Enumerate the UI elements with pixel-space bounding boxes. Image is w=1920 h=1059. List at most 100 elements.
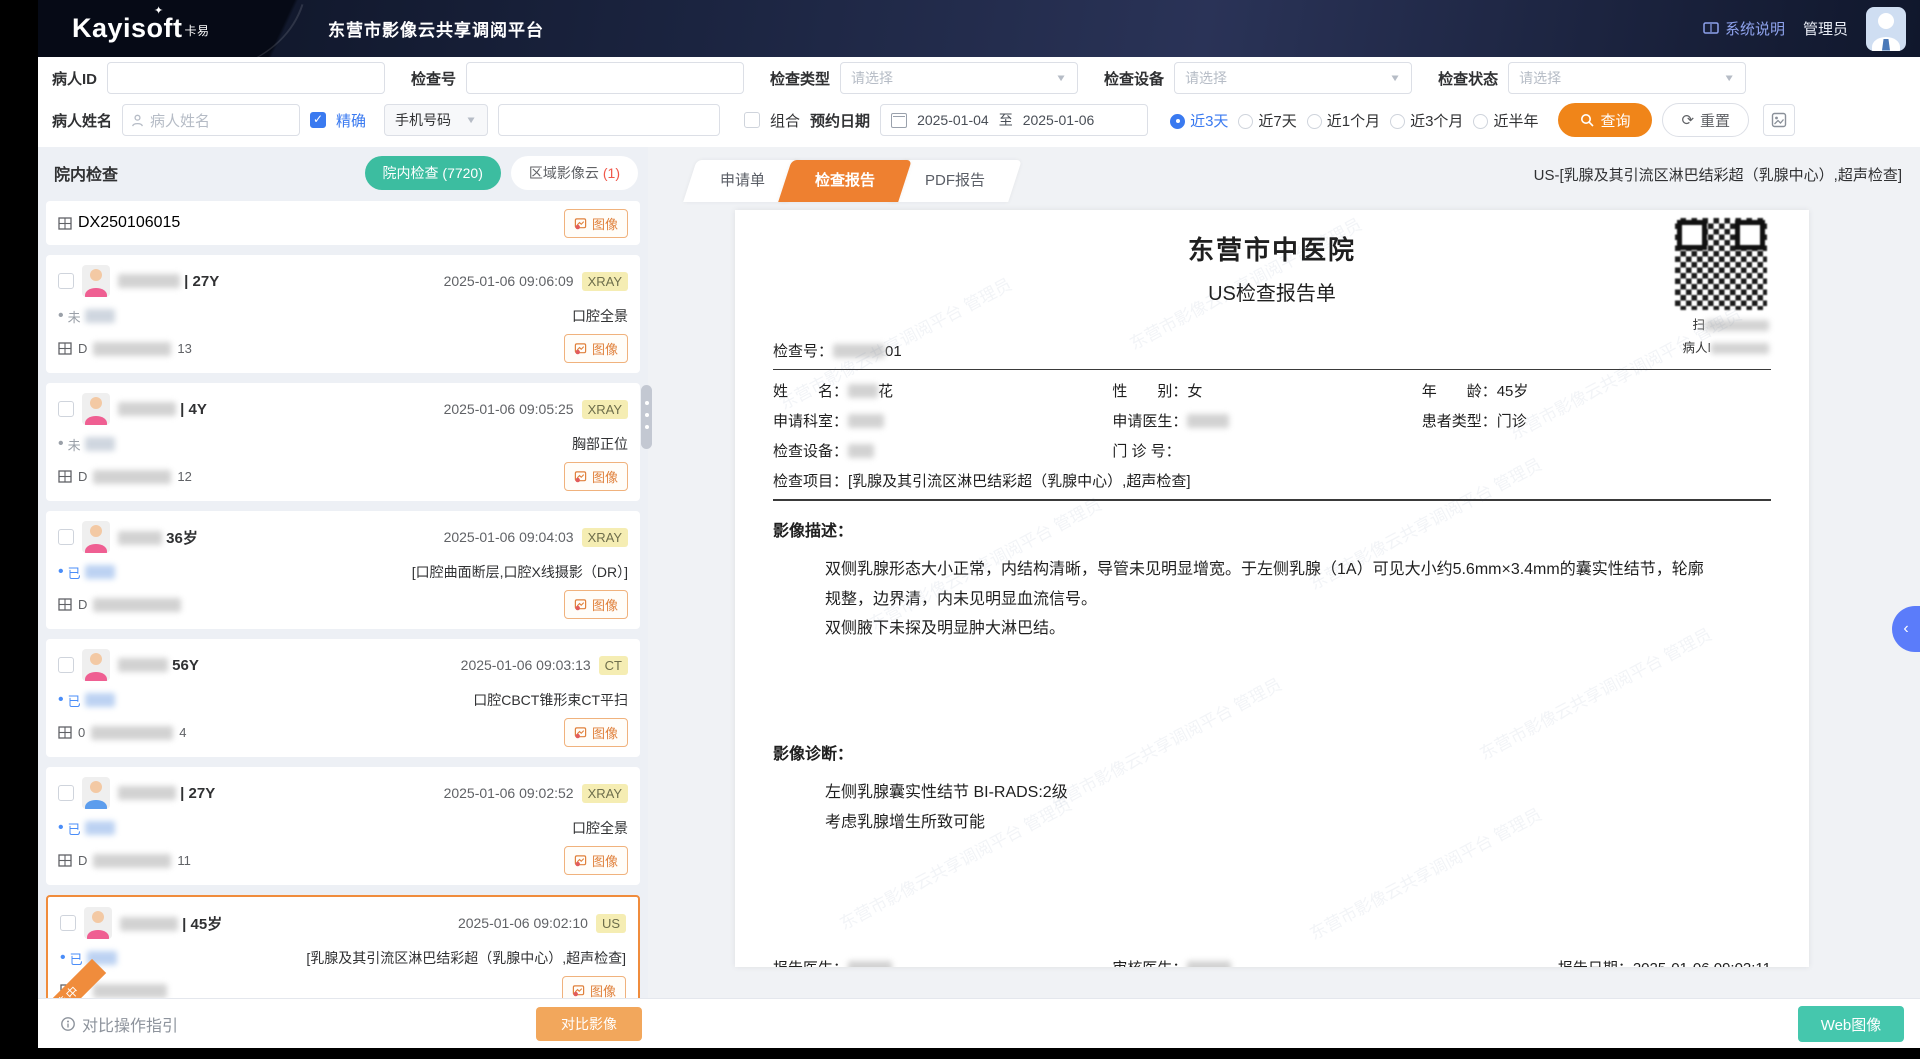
person-icon: [131, 114, 144, 127]
modality-badge: CT: [599, 656, 628, 675]
compare-images-button[interactable]: 对比影像: [536, 1007, 642, 1041]
chevron-down-icon: ▼: [1389, 72, 1401, 83]
report-type: US检查报告单: [773, 277, 1771, 306]
accession: D11: [58, 853, 191, 868]
radio-icon: [1390, 114, 1405, 129]
web-image-button[interactable]: Web图像: [1798, 1006, 1904, 1042]
modality-badge: XRAY: [582, 528, 628, 547]
image-button[interactable]: 图像: [564, 334, 628, 363]
study-time: 2025-01-06 09:02:10: [458, 915, 588, 931]
phone-input[interactable]: [498, 104, 720, 136]
manual-icon: [1703, 22, 1719, 36]
tab-region-cloud[interactable]: 区域影像云(1): [511, 156, 638, 190]
report-panel: 申请单 检查报告 PDF报告 US-[乳腺及其引流区淋巴结彩超（乳腺中心）,超声…: [648, 147, 1920, 999]
tab-pdf-report[interactable]: PDF报告: [895, 160, 1015, 202]
study-time: 2025-01-06 09:04:03: [444, 529, 574, 545]
study-card[interactable]: 36岁 2025-01-06 09:04:03 XRAY •已 [口腔曲面断层,…: [46, 511, 640, 629]
radio-icon: [1307, 114, 1322, 129]
image-button[interactable]: 图像: [564, 590, 628, 619]
report-status: •已: [58, 819, 115, 838]
quick-range-6m[interactable]: 近半年: [1473, 110, 1538, 131]
report-status: •未: [58, 435, 115, 454]
exam-name: [乳腺及其引流区淋巴结彩超（乳腺中心）,超声检查]: [306, 948, 626, 968]
calendar-icon: [891, 113, 907, 128]
hospital-name: 东营市中医院: [773, 230, 1771, 267]
search-button[interactable]: 查询: [1558, 103, 1652, 137]
exam-status-select[interactable]: 请选择▼: [1508, 62, 1746, 94]
username[interactable]: 管理员: [1803, 18, 1848, 39]
exam-status-label: 检查状态: [1438, 68, 1498, 89]
exam-type-label: 检查类型: [770, 68, 830, 89]
report-status: •已: [58, 691, 115, 710]
modality-badge: XRAY: [582, 400, 628, 419]
exam-name: 口腔CBCT锥形束CT平扫: [473, 690, 628, 710]
image-button[interactable]: 图像: [562, 976, 626, 999]
reset-button[interactable]: ⟳重置: [1662, 103, 1749, 137]
tab-local-exams[interactable]: 院内检查 (7720): [365, 156, 501, 190]
qr-area: 扫 病人I: [1675, 218, 1769, 356]
exam-name: [口腔曲面断层,口腔X线摄影（DR）]: [412, 562, 628, 582]
row-checkbox[interactable]: [58, 529, 74, 545]
quick-range-1m[interactable]: 近1个月: [1307, 110, 1380, 131]
row-checkbox[interactable]: [58, 785, 74, 801]
image-button[interactable]: 图像: [564, 718, 628, 747]
patient-id-input[interactable]: [107, 62, 385, 94]
user-avatar[interactable]: [1866, 7, 1906, 51]
patient-info-grid: 姓 名：花 性 别：女 年 龄：45岁 申请科室： 申请医生： 患者类型：门诊 …: [773, 380, 1771, 461]
image-icon: [574, 470, 587, 483]
exam-name: 口腔全景: [572, 306, 628, 326]
patient-avatar: [82, 649, 110, 681]
study-grid-icon: [58, 217, 72, 230]
date-range-input[interactable]: 2025-01-04至2025-01-06: [880, 104, 1148, 136]
quick-range-3m[interactable]: 近3个月: [1390, 110, 1463, 131]
report-exam-no: 检查号：01: [773, 340, 1771, 361]
description-text: 双侧乳腺形态大小正常，内结构清晰，导管未见明显增宽。于左侧乳腺（1A）可见大小约…: [825, 555, 1705, 644]
search-icon: [1580, 113, 1594, 127]
row-checkbox[interactable]: [60, 915, 76, 931]
quick-range-7d[interactable]: 近7天: [1238, 110, 1296, 131]
accession: DX250106015: [58, 214, 180, 232]
image-button[interactable]: 图像: [564, 462, 628, 491]
layout-switch-icon[interactable]: [1763, 104, 1795, 136]
exam-device-label: 检查设备: [1104, 68, 1164, 89]
exam-name: 口腔全景: [572, 818, 628, 838]
tab-exam-report[interactable]: 检查报告: [785, 160, 905, 202]
study-card[interactable]: | 4Y 2025-01-06 09:05:25 XRAY •未 胸部正位 D1…: [46, 383, 640, 501]
exam-device-select[interactable]: 请选择▼: [1174, 62, 1412, 94]
panel-resize-handle[interactable]: [641, 385, 652, 449]
patient-name-input[interactable]: 病人姓名: [122, 104, 300, 136]
qr-caption: 扫: [1675, 314, 1769, 333]
study-card[interactable]: | 27Y 2025-01-06 09:02:52 XRAY •已 口腔全景 D…: [46, 767, 640, 885]
study-card[interactable]: 56Y 2025-01-06 09:03:13 CT •已 口腔CBCT锥形束C…: [46, 639, 640, 757]
image-icon: [574, 598, 587, 611]
study-grid-icon: [58, 598, 72, 611]
study-card[interactable]: | 27Y 2025-01-06 09:06:09 XRAY •未 口腔全景 D…: [46, 255, 640, 373]
exam-type-select[interactable]: 请选择▼: [840, 62, 1078, 94]
study-card-selected[interactable]: | 45岁 2025-01-06 09:02:10 US •已 [乳腺及其引流区…: [46, 895, 640, 999]
image-button[interactable]: 图像: [564, 209, 628, 238]
study-time: 2025-01-06 09:06:09: [444, 273, 574, 289]
phone-select[interactable]: 手机号码▼: [384, 104, 488, 136]
exact-checkbox[interactable]: [310, 112, 326, 128]
image-button[interactable]: 图像: [564, 846, 628, 875]
exact-label: 精确: [336, 110, 366, 131]
patient-avatar: [82, 393, 110, 425]
row-checkbox[interactable]: [58, 273, 74, 289]
exam-no-input[interactable]: [466, 62, 744, 94]
quick-range-3d[interactable]: 近3天: [1170, 110, 1228, 131]
system-help-link[interactable]: 系统说明: [1703, 18, 1785, 39]
chevron-down-icon: ▼: [1055, 72, 1067, 83]
accession: 04: [58, 725, 186, 740]
row-checkbox[interactable]: [58, 401, 74, 417]
patient-id-line: 病人I: [1675, 337, 1769, 356]
modality-badge: US: [596, 914, 626, 933]
study-card-partial[interactable]: DX250106015 图像: [46, 201, 640, 245]
chevron-down-icon: ▼: [1723, 72, 1735, 83]
header: ✦Kayisoft卡易 东营市影像云共享调阅平台 系统说明 管理员: [38, 0, 1920, 57]
patient-name: | 45岁: [120, 913, 222, 934]
image-icon: [574, 342, 587, 355]
row-checkbox[interactable]: [58, 657, 74, 673]
compare-guide-link[interactable]: 对比操作指引: [60, 1012, 178, 1036]
modality-badge: XRAY: [582, 272, 628, 291]
combine-checkbox[interactable]: [744, 112, 760, 128]
